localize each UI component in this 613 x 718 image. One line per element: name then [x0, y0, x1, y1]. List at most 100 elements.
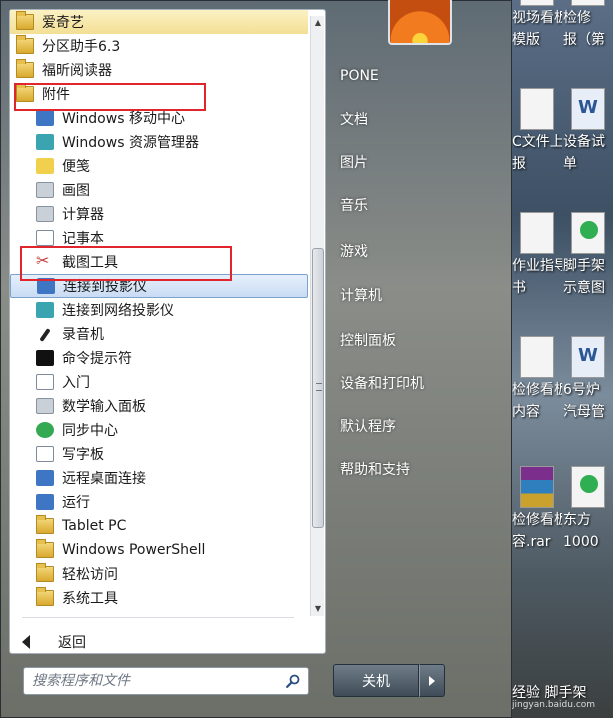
program-item[interactable]: 远程桌面连接 — [10, 466, 308, 490]
search-box[interactable] — [23, 667, 309, 695]
program-label: 远程桌面连接 — [62, 471, 146, 487]
app-icon — [36, 158, 54, 174]
folder-icon — [36, 539, 54, 558]
shutdown-button[interactable]: 关机 — [333, 664, 419, 697]
program-label: Tablet PC — [62, 518, 127, 534]
right-menu-item[interactable]: 音乐 — [334, 190, 504, 220]
right-menu-item[interactable]: 帮助和支持 — [334, 454, 504, 484]
desktop-icon-label: 1000 — [563, 534, 599, 550]
program-item[interactable]: 计算器 — [10, 202, 308, 226]
program-folder[interactable]: 福昕阅读器 — [10, 58, 308, 82]
divider — [22, 617, 294, 618]
program-folder[interactable]: 轻松访问 — [10, 562, 308, 586]
word-icon — [571, 336, 605, 378]
right-menu-item[interactable]: 默认程序 — [334, 411, 504, 441]
scroll-up-icon[interactable]: ▲ — [311, 16, 325, 30]
program-item[interactable]: 连接到网络投影仪 — [10, 298, 308, 322]
word-icon — [571, 88, 605, 130]
watermark: 经验 脚手架 jingyan.baidu.com — [512, 680, 613, 716]
desktop-icon-group: 检修看板内容6号炉汽母管 — [512, 336, 613, 456]
desktop-icon[interactable]: 检修看板 容.rar — [512, 466, 562, 586]
app-icon — [36, 302, 54, 318]
program-item[interactable]: 命令提示符 — [10, 346, 308, 370]
right-menu-item[interactable]: 文档 — [334, 104, 504, 134]
desktop-icon[interactable]: 作业指导书 — [512, 212, 562, 332]
right-menu-item[interactable]: PONE — [334, 61, 504, 91]
app-icon — [36, 374, 54, 390]
folder-icon — [36, 563, 54, 582]
desktop-icon-label: C文件上 — [512, 134, 562, 150]
app-icon — [36, 326, 54, 342]
program-folder[interactable]: Windows PowerShell — [10, 538, 308, 562]
program-folder[interactable]: 分区助手6.3 — [10, 34, 308, 58]
app-icon — [571, 466, 605, 508]
desktop-icon-label: 汽母管 — [563, 404, 605, 420]
back-arrow-icon — [22, 635, 30, 649]
program-label: Windows 移动中心 — [62, 111, 185, 127]
program-label: 分区助手6.3 — [42, 39, 121, 55]
desktop-icon-label: 模版 — [512, 32, 540, 48]
program-item[interactable]: 写字板 — [10, 442, 308, 466]
shutdown-options-arrow-icon[interactable] — [419, 664, 445, 697]
folder-icon — [16, 59, 34, 78]
right-menu-item[interactable]: 游戏 — [334, 236, 504, 266]
desktop-icon[interactable]: C文件上报 — [512, 88, 562, 208]
search-input[interactable] — [32, 673, 277, 689]
program-label: 运行 — [62, 495, 90, 511]
desktop-icon-label: 报（第 — [563, 32, 605, 48]
desktop-icon-label: 6号炉 — [563, 382, 600, 398]
document-icon — [520, 212, 554, 254]
desktop-icon-label: 示意图 — [563, 280, 605, 296]
program-item[interactable]: 画图 — [10, 178, 308, 202]
program-label: 便笺 — [62, 159, 90, 175]
scroll-down-icon[interactable]: ▼ — [311, 602, 325, 616]
program-label: 入门 — [62, 375, 90, 391]
user-avatar[interactable] — [388, 0, 452, 45]
program-label: 同步中心 — [62, 423, 118, 439]
program-folder[interactable]: 系统工具 — [10, 586, 308, 610]
program-label: 连接到网络投影仪 — [62, 303, 174, 319]
program-item[interactable]: 入门 — [10, 370, 308, 394]
right-menu-item[interactable]: 计算机 — [334, 280, 504, 310]
desktop-icon[interactable]: 设备试单 — [563, 88, 613, 208]
programs-list: 爱奇艺 分区助手6.3 福昕阅读器 附件 Windows 移动中心 Windows 资源管… — [10, 10, 310, 615]
app-icon — [36, 230, 54, 246]
right-menu-item[interactable]: 图片 — [334, 147, 504, 177]
program-label: 录音机 — [62, 327, 104, 343]
right-menu-item[interactable]: 设备和打印机 — [334, 368, 504, 398]
search-icon[interactable] — [286, 674, 300, 688]
desktop-icon[interactable]: 检修看板 内容 — [512, 336, 562, 456]
program-label: 轻松访问 — [62, 567, 118, 583]
scroll-thumb[interactable] — [312, 248, 324, 528]
desktop-icon[interactable]: 东方 1000 — [563, 466, 613, 586]
back-label: 返回 — [58, 635, 86, 651]
program-item[interactable]: 便笺 — [10, 154, 308, 178]
desktop-icon[interactable]: 脚手架 示意图 — [563, 212, 613, 332]
app-icon — [36, 110, 54, 126]
right-menu-item[interactable]: 控制面板 — [334, 325, 504, 355]
program-item[interactable]: 运行 — [10, 490, 308, 514]
start-menu: 爱奇艺 分区助手6.3 福昕阅读器 附件 Windows 移动中心 Windows 资源管… — [0, 0, 512, 718]
program-item[interactable]: 数学输入面板 — [10, 394, 308, 418]
folder-icon — [16, 35, 34, 54]
desktop-icon[interactable]: 6号炉汽母管 — [563, 336, 613, 456]
watermark-line1: 经验 脚手架 — [512, 685, 587, 701]
app-icon — [36, 470, 54, 486]
program-label: 画图 — [62, 183, 90, 199]
program-item[interactable]: Windows 资源管理器 — [10, 130, 308, 154]
folder-icon — [36, 515, 54, 534]
program-folder[interactable]: Tablet PC — [10, 514, 308, 538]
program-label: 记事本 — [62, 231, 104, 247]
desktop-icon-label: 单 — [563, 156, 577, 172]
program-label: 系统工具 — [62, 591, 118, 607]
desktop: 视场看板模版检修报（第C文件上报设备试单作业指导书脚手架示意图检修看板内容6号炉… — [512, 0, 613, 718]
document-icon — [520, 0, 554, 6]
program-item[interactable]: 录音机 — [10, 322, 308, 346]
back-button[interactable]: 返回 — [22, 630, 86, 654]
desktop-icon-label: 内容 — [512, 404, 540, 420]
document-icon — [520, 336, 554, 378]
programs-scrollbar[interactable]: ▲ ▼ — [310, 16, 324, 616]
program-item[interactable]: 同步中心 — [10, 418, 308, 442]
program-folder[interactable]: 爱奇艺 — [10, 10, 308, 34]
program-label: 命令提示符 — [62, 351, 132, 367]
